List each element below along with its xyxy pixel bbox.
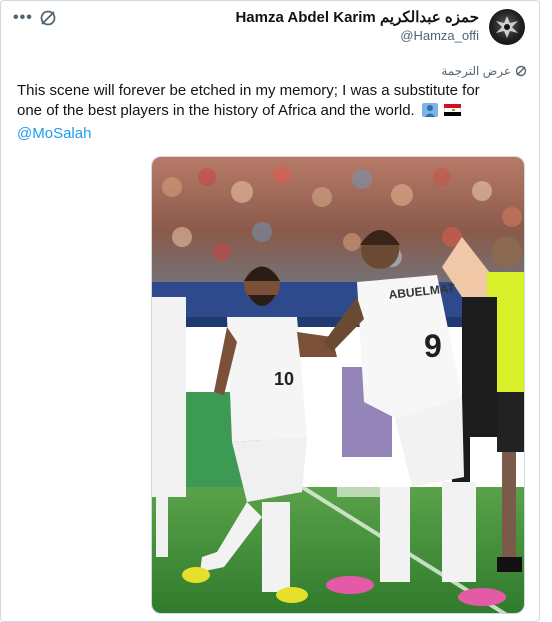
photo-right-number: 9 xyxy=(424,328,442,364)
grok-icon[interactable] xyxy=(39,9,57,27)
post-body-text: This scene will forever be etched in my … xyxy=(17,82,480,119)
translate-link[interactable]: عرض الترجمة xyxy=(441,63,527,79)
author-handle[interactable]: @Hamza_offi xyxy=(235,27,479,45)
post-card[interactable]: ••• Hamza Abdel Karim حمزه عبدالكريم @Ha… xyxy=(0,0,540,622)
post-text: This scene will forever be etched in my … xyxy=(17,81,487,121)
post-photo[interactable]: 10 ABUELMAT 9 xyxy=(151,156,525,614)
mention-link[interactable]: @MoSalah xyxy=(17,125,91,143)
translate-icon xyxy=(515,65,527,77)
translate-label: عرض الترجمة xyxy=(441,64,511,78)
more-icon[interactable]: ••• xyxy=(13,10,35,27)
author-names: Hamza Abdel Karim حمزه عبدالكريم @Hamza_… xyxy=(235,9,479,45)
avatar[interactable] xyxy=(489,9,525,45)
author-display-name[interactable]: Hamza Abdel Karim حمزه عبدالكريم xyxy=(235,9,479,27)
photo-left-number: 10 xyxy=(274,369,294,389)
post-header: ••• Hamza Abdel Karim حمزه عبدالكريم @Ha… xyxy=(11,7,529,51)
photo-scene: 10 ABUELMAT 9 xyxy=(152,157,524,613)
person-emoji xyxy=(421,103,438,117)
egypt-flag-emoji xyxy=(444,104,462,116)
